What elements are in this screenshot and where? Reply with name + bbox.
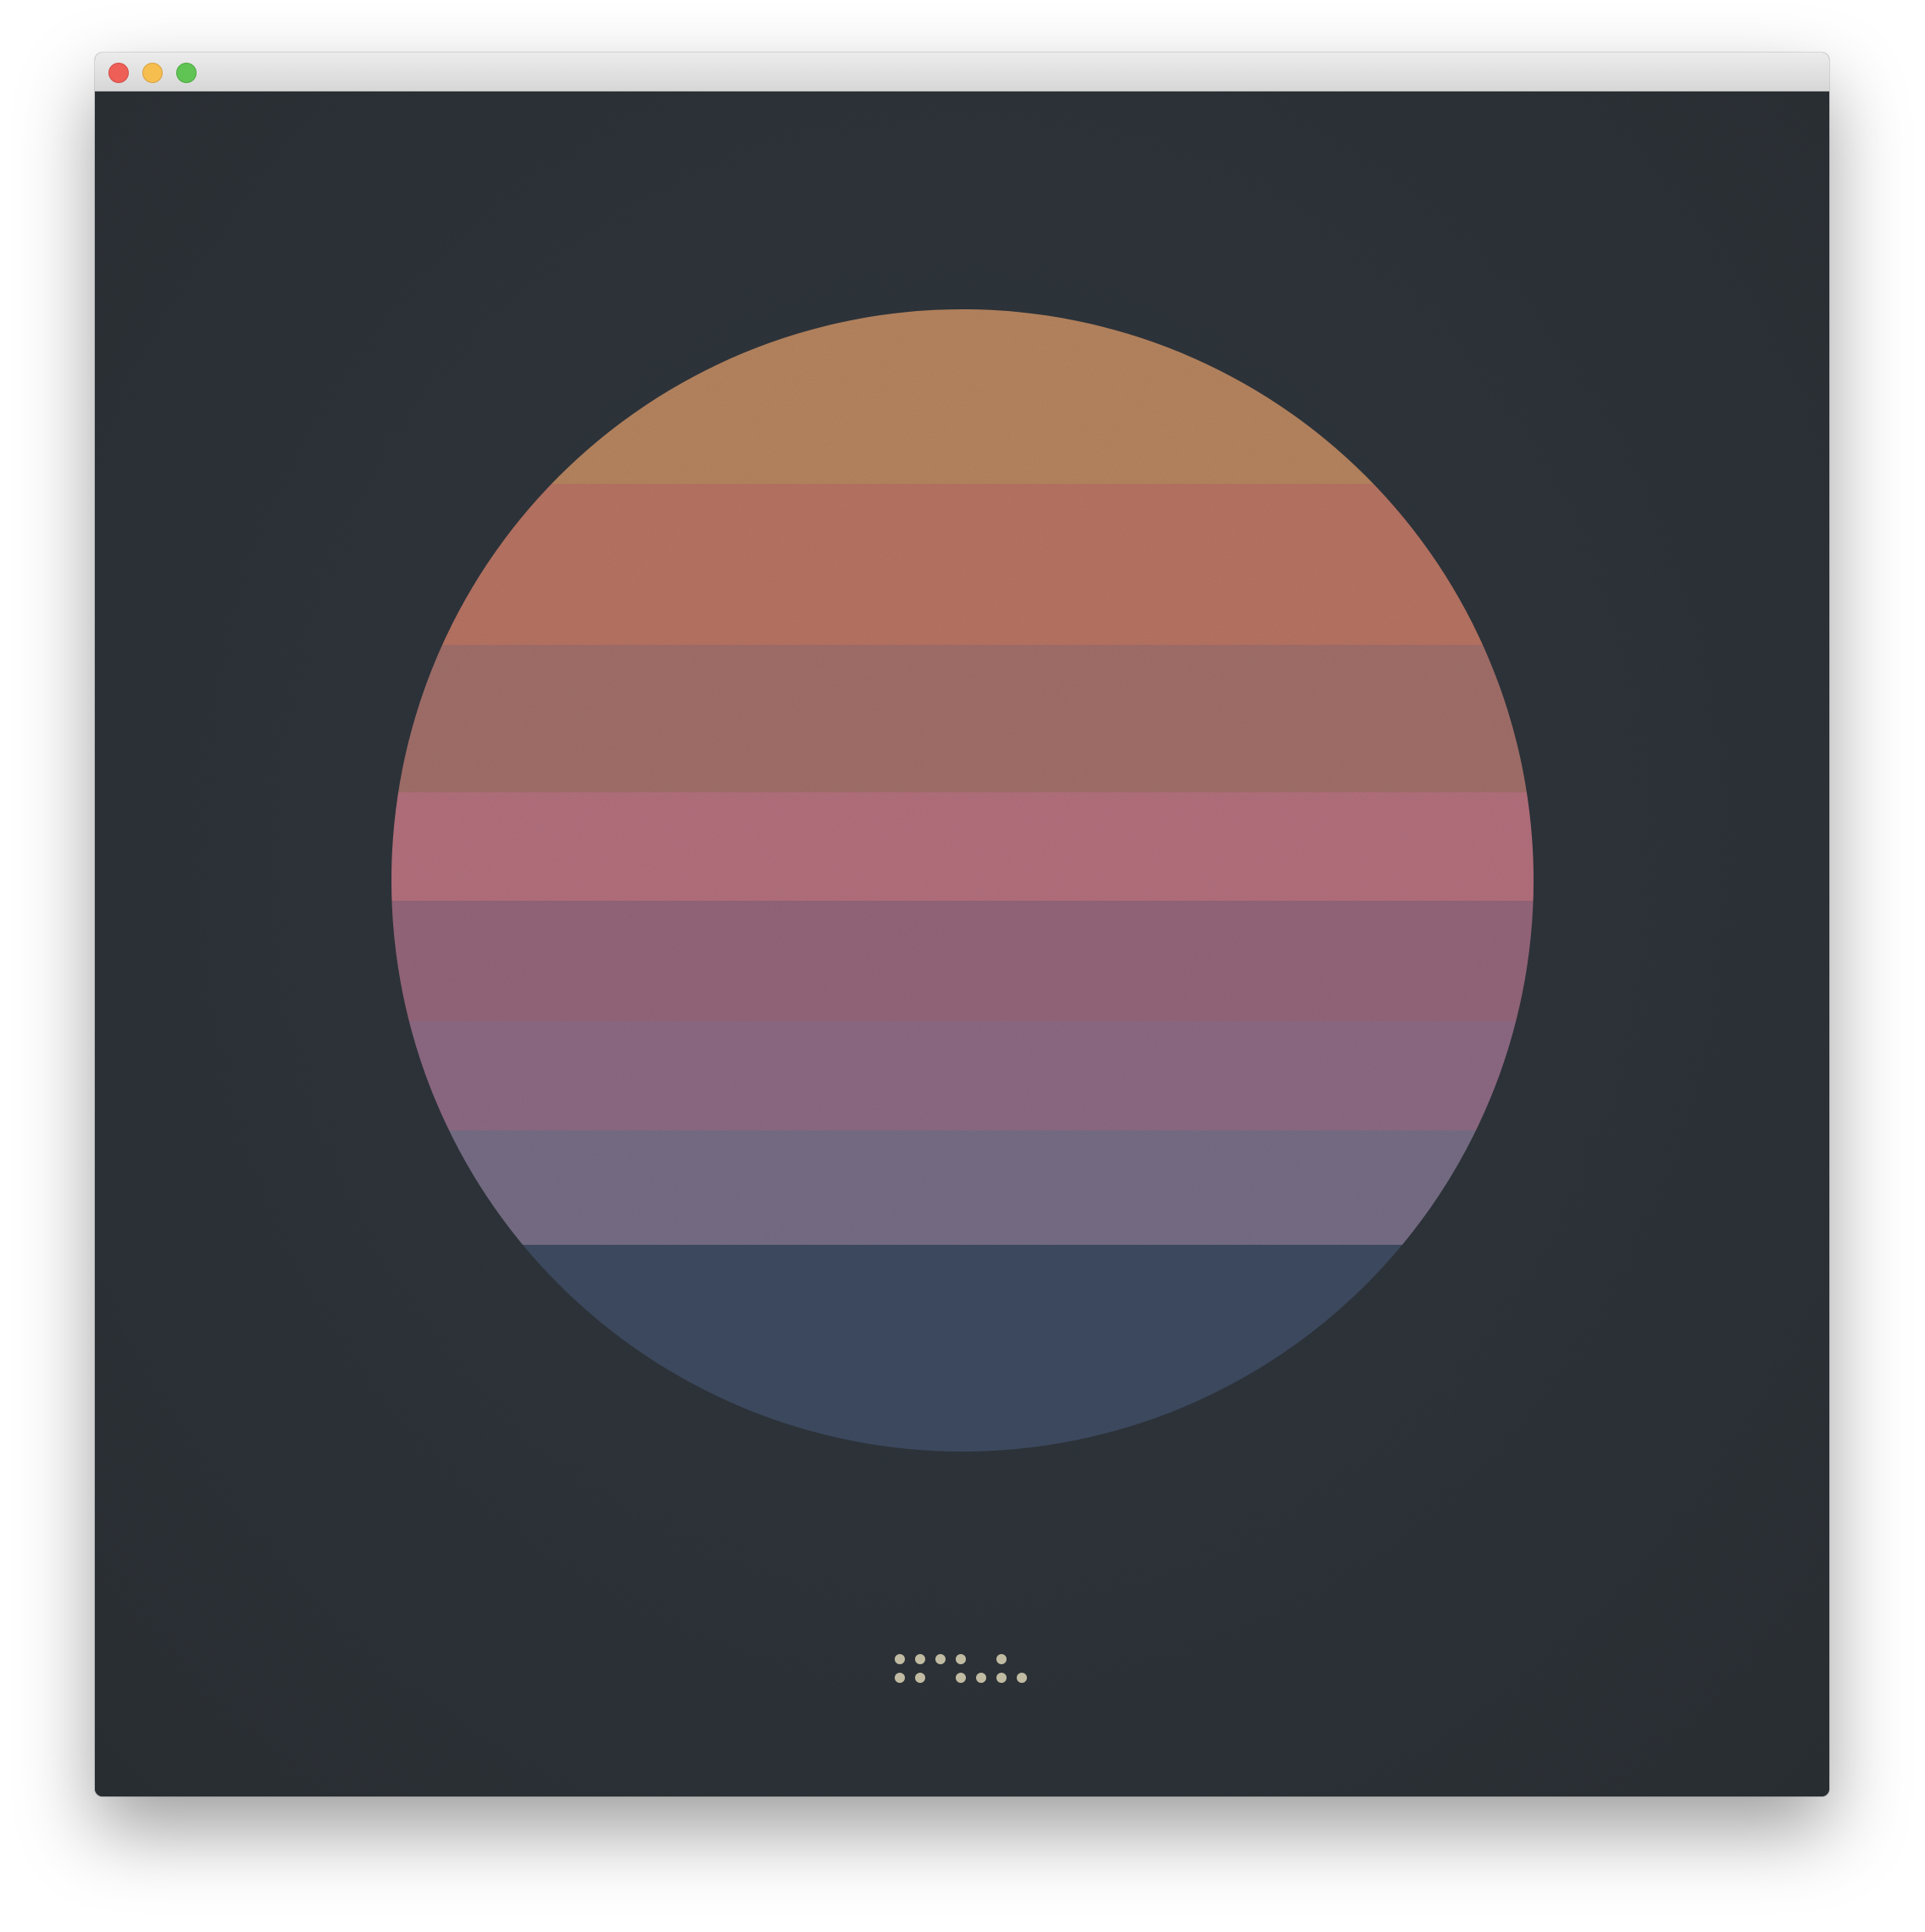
image-canvas (95, 92, 1829, 1796)
title-bar[interactable] (95, 53, 1829, 92)
app-window (95, 53, 1829, 1796)
minimize-icon[interactable] (142, 63, 163, 83)
album-artwork (95, 92, 1829, 1796)
paper-texture-overlay (95, 92, 1829, 1796)
close-icon[interactable] (108, 63, 129, 83)
maximize-icon[interactable] (176, 63, 197, 83)
